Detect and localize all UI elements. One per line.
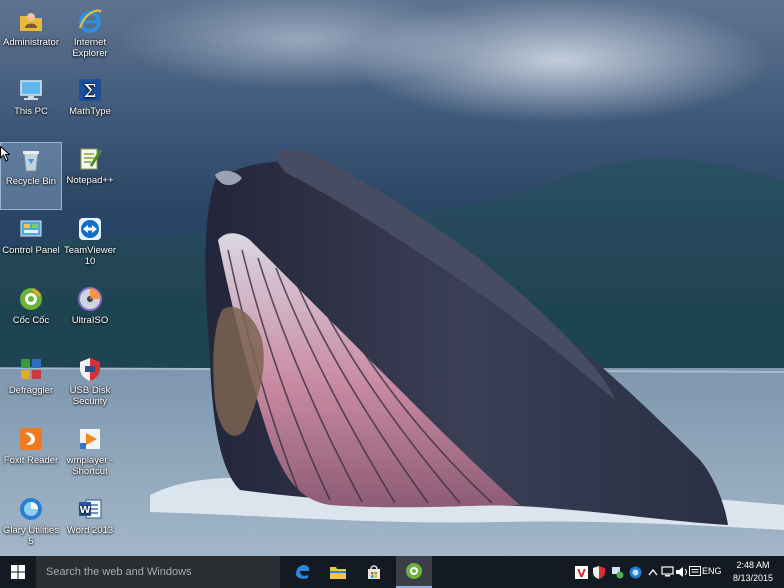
desktop-icon-ultraiso[interactable]: UltraISO bbox=[59, 282, 121, 350]
tray-teamviewer[interactable] bbox=[628, 565, 642, 579]
edge-icon bbox=[296, 565, 310, 579]
usb-disk-security-icon bbox=[77, 356, 103, 382]
control-panel-icon bbox=[18, 216, 44, 242]
ultraiso-icon bbox=[77, 286, 103, 312]
mathtype-icon: Σ bbox=[77, 77, 103, 103]
desktop-icon-label: Notepad++ bbox=[66, 175, 114, 186]
word-icon: W bbox=[77, 496, 103, 522]
tray-vietkey[interactable]: V bbox=[574, 565, 588, 579]
svg-text:Σ: Σ bbox=[84, 81, 97, 102]
network-icon bbox=[660, 566, 674, 577]
desktop-icon-control-panel[interactable]: Control Panel bbox=[0, 212, 62, 280]
search-placeholder: Search the web and Windows bbox=[46, 566, 192, 578]
clock-time: 2:48 AM bbox=[736, 560, 770, 570]
language-indicator[interactable]: ENG bbox=[702, 566, 722, 576]
clock-date: 8/13/2015 bbox=[732, 573, 774, 583]
desktop-icon-mathtype[interactable]: Σ MathType bbox=[59, 73, 121, 141]
desktop-icon-wmplayer[interactable]: wmplayer - Shortcut bbox=[59, 422, 121, 490]
internet-explorer-icon bbox=[77, 8, 103, 34]
chevron-up-icon bbox=[648, 568, 658, 576]
desktop-icon-label: TeamViewer 10 bbox=[63, 245, 117, 267]
coccoc-browser-icon bbox=[406, 563, 422, 579]
search-box[interactable]: Search the web and Windows bbox=[36, 556, 280, 588]
desktop-icon-notepad-plus-plus[interactable]: Notepad++ bbox=[59, 142, 121, 210]
tray-overflow[interactable] bbox=[646, 565, 660, 579]
store-icon bbox=[368, 565, 380, 579]
user-folder-icon bbox=[18, 8, 44, 34]
recycle-bin-icon bbox=[18, 147, 44, 173]
desktop-icon-label: This PC bbox=[14, 106, 48, 117]
computer-icon bbox=[18, 77, 44, 103]
tray-network[interactable] bbox=[660, 565, 674, 579]
shield-icon bbox=[593, 565, 605, 579]
network-share-icon bbox=[611, 566, 623, 578]
start-button[interactable] bbox=[0, 556, 36, 588]
desktop-icon-label: Internet Explorer bbox=[72, 37, 108, 59]
mouse-cursor-icon bbox=[0, 146, 10, 162]
glary-utilities-icon bbox=[18, 496, 44, 522]
desktop-icon-label: Defraggler bbox=[8, 385, 54, 396]
desktop-icon-coccoc[interactable]: Cốc Cốc bbox=[0, 282, 62, 350]
desktop-icon-label: Glary Utilities 5 bbox=[3, 525, 59, 547]
svg-text:W: W bbox=[79, 505, 90, 516]
desktop-icon-usb-disk-security[interactable]: USB Disk Security bbox=[59, 352, 121, 420]
tray-network-share[interactable] bbox=[610, 565, 624, 579]
defraggler-icon bbox=[18, 356, 44, 382]
tray-action-center[interactable] bbox=[688, 565, 702, 579]
desktop-icon-word-2013[interactable]: W Word 2013 bbox=[59, 492, 121, 556]
taskbar-file-explorer[interactable] bbox=[320, 556, 356, 588]
desktop-icon-label: UltraISO bbox=[71, 315, 109, 326]
desktop-icon-label: USB Disk Security bbox=[69, 385, 111, 407]
desktop-icon-glary-utilities[interactable]: Glary Utilities 5 bbox=[0, 492, 62, 556]
desktop-icon-label: Administrator bbox=[3, 37, 59, 48]
desktop-icon-label: Foxit Reader bbox=[3, 455, 59, 466]
wmplayer-icon bbox=[77, 426, 103, 452]
desktop-icon-foxit-reader[interactable]: Foxit Reader bbox=[0, 422, 62, 490]
desktop-icon-internet-explorer[interactable]: Internet Explorer bbox=[59, 4, 121, 72]
desktop-icon-label: MathType bbox=[69, 106, 111, 117]
desktop-icon-teamviewer[interactable]: TeamViewer 10 bbox=[59, 212, 121, 280]
foxit-reader-icon bbox=[18, 426, 44, 452]
notepad-plus-plus-icon bbox=[77, 146, 103, 172]
svg-text:V: V bbox=[577, 567, 586, 579]
taskbar-store[interactable] bbox=[356, 556, 392, 588]
tray-shield[interactable] bbox=[592, 565, 606, 579]
volume-icon bbox=[675, 567, 687, 577]
vietkey-icon: V bbox=[574, 565, 588, 579]
windows-logo-icon bbox=[11, 565, 25, 579]
desktop-icon-administrator[interactable]: Administrator bbox=[0, 4, 62, 72]
desktop-icon-defraggler[interactable]: Defraggler bbox=[0, 352, 62, 420]
desktop-icon-label: wmplayer - Shortcut bbox=[66, 455, 114, 477]
desktop-icon-label: Word 2013 bbox=[66, 525, 114, 536]
taskbar: Search the web and Windows V ENG 2:48 AM… bbox=[0, 556, 784, 588]
desktop-icon-label: Control Panel bbox=[2, 245, 60, 256]
file-explorer-icon bbox=[330, 567, 346, 579]
desktop-icon-label: Recycle Bin bbox=[5, 176, 57, 187]
desktop-wallpaper: Administrator Internet Explorer This PC … bbox=[0, 0, 784, 556]
taskbar-edge[interactable] bbox=[284, 556, 320, 588]
taskbar-coccoc[interactable] bbox=[396, 556, 432, 588]
tray-volume[interactable] bbox=[674, 565, 688, 579]
action-center-icon bbox=[689, 566, 701, 576]
desktop-icon-this-pc[interactable]: This PC bbox=[0, 73, 62, 141]
teamviewer-icon bbox=[77, 216, 103, 242]
teamviewer-tray-icon bbox=[629, 566, 641, 578]
clock[interactable]: 2:48 AM 8/13/2015 bbox=[730, 559, 776, 585]
desktop-icon-label: Cốc Cốc bbox=[12, 315, 50, 326]
coccoc-browser-icon bbox=[18, 286, 44, 312]
